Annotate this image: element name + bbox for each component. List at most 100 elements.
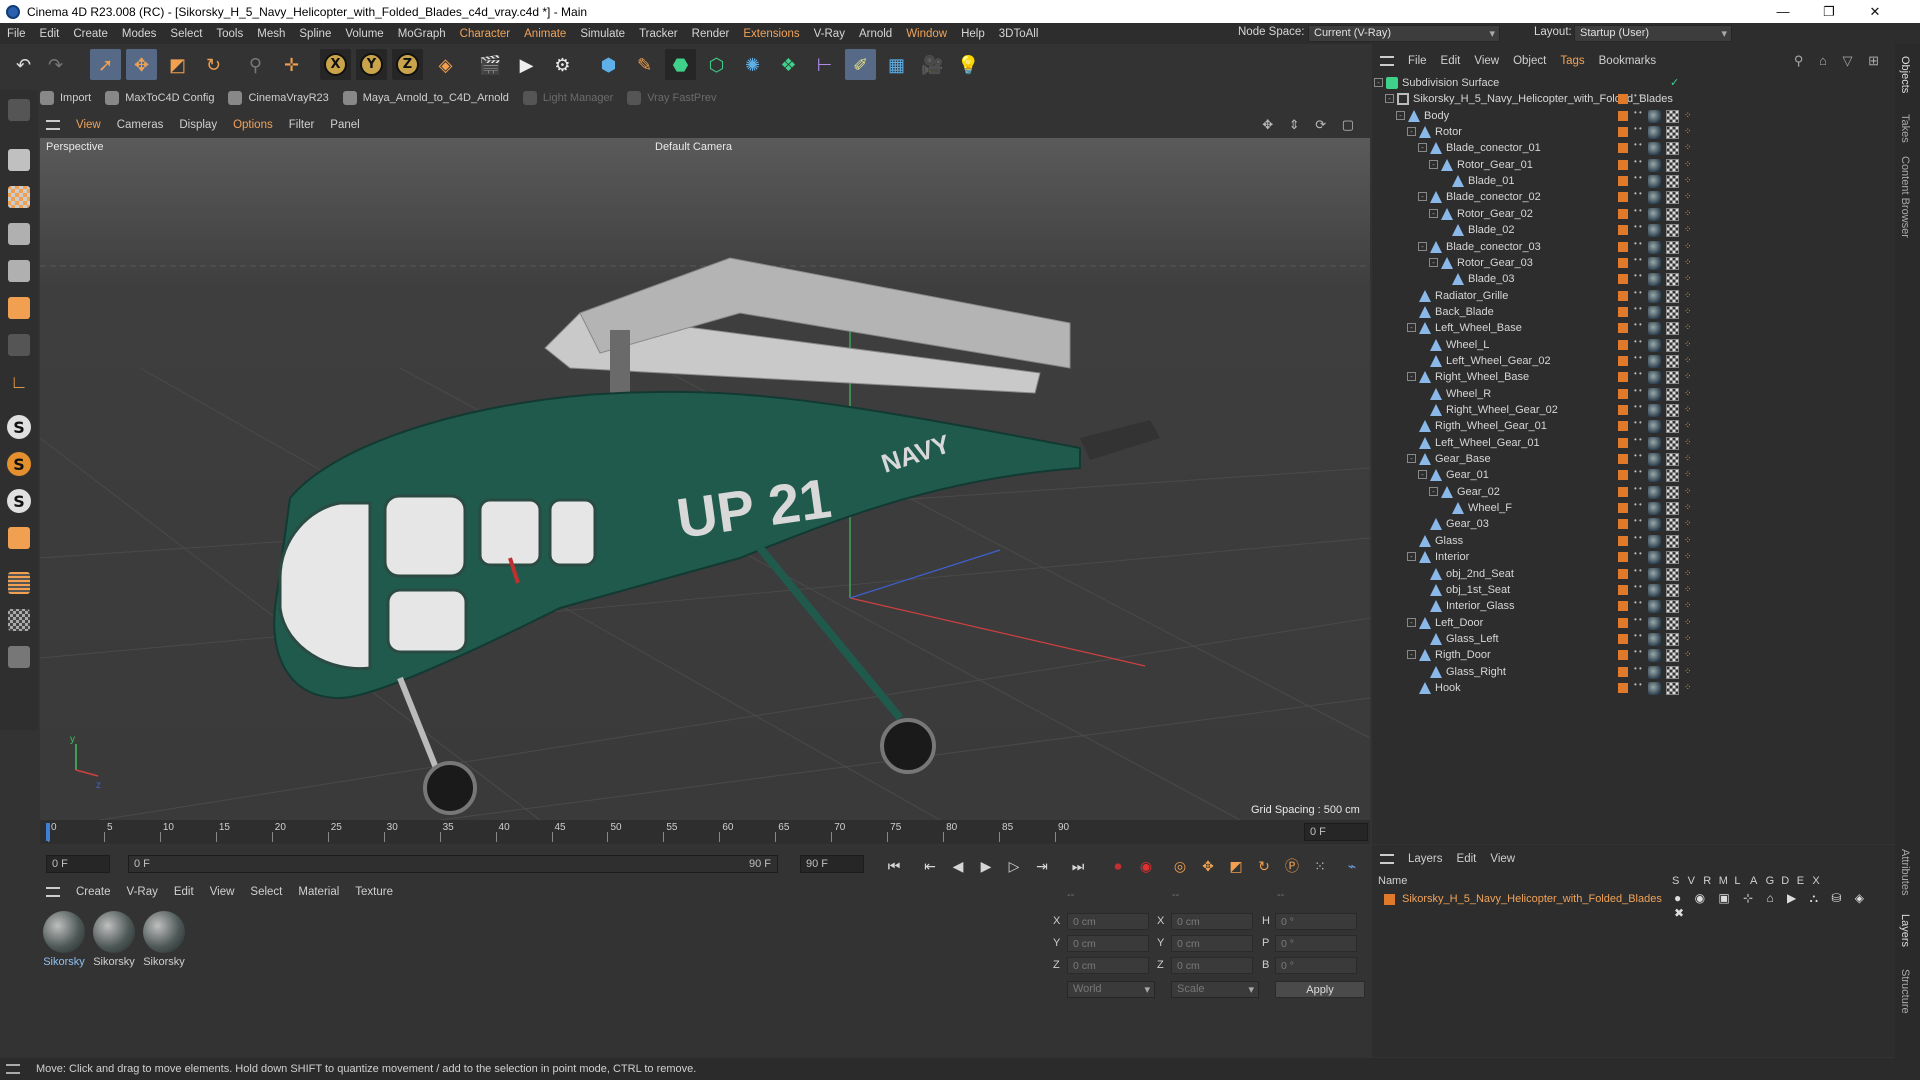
material-tag-icon[interactable] — [1666, 109, 1679, 123]
material-tag-icon[interactable] — [1666, 191, 1679, 205]
phong-tag-icon[interactable] — [1648, 453, 1661, 467]
layer-column-header[interactable]: R — [1703, 875, 1711, 887]
material-tag-icon[interactable] — [1666, 207, 1679, 221]
selection-tag-icon[interactable]: ⁘ — [1684, 535, 1697, 548]
phong-tag-icon[interactable] — [1648, 354, 1661, 368]
selection-tag-icon[interactable]: ⁘ — [1684, 453, 1697, 466]
material-tag-icon[interactable] — [1666, 371, 1679, 385]
visibility-dots-icon[interactable]: • • — [1634, 370, 1642, 378]
visibility-dots-icon[interactable]: • • — [1634, 92, 1642, 100]
layer-row[interactable]: Sikorsky_H_5_Navy_Helicopter_with_Folded… — [1378, 891, 1888, 920]
deformer-icon[interactable]: ❖ — [773, 49, 804, 80]
motion-system-icon[interactable]: ⌁ — [1340, 855, 1364, 877]
layer-color-swatch[interactable] — [1618, 486, 1628, 497]
selection-tag-icon[interactable]: ⁘ — [1684, 486, 1697, 499]
layer-column-header[interactable]: S — [1672, 875, 1679, 887]
phong-tag-icon[interactable] — [1648, 616, 1661, 630]
rotate-tool-button[interactable]: ↻ — [198, 49, 229, 80]
edges-mode-icon[interactable] — [4, 256, 34, 286]
make-editable-icon[interactable] — [4, 95, 34, 125]
selection-tag-icon[interactable]: ⁘ — [1684, 518, 1697, 531]
layer-color-swatch[interactable] — [1618, 290, 1628, 301]
visibility-dots-icon[interactable]: • • — [1634, 223, 1642, 231]
layer-color-swatch[interactable] — [1618, 127, 1628, 138]
selection-tag-icon[interactable]: ⁘ — [1684, 273, 1697, 286]
go-to-start-button[interactable]: ⏮ — [882, 855, 906, 877]
layer-color-swatch[interactable] — [1618, 454, 1628, 465]
snap-icon[interactable]: S — [4, 412, 34, 442]
points-mode-icon[interactable] — [4, 219, 34, 249]
play-button[interactable]: ▶ — [974, 855, 998, 877]
layer-color-swatch[interactable] — [1618, 682, 1628, 693]
pos-y-field[interactable]: 0 cm — [1067, 935, 1149, 952]
menu-mesh[interactable]: Mesh — [250, 28, 292, 40]
selection-tag-icon[interactable]: ⁘ — [1684, 469, 1697, 482]
selection-tag-icon[interactable]: ⁘ — [1684, 110, 1697, 123]
layer-color-swatch[interactable] — [1618, 208, 1628, 219]
cube-primitive-icon[interactable]: ⬢ — [593, 49, 624, 80]
start-frame-field[interactable]: 0 F — [46, 855, 110, 873]
snap-settings-icon[interactable]: S — [4, 449, 34, 479]
layer-color-swatch[interactable] — [1618, 437, 1628, 448]
plugin-cinemavrayr23[interactable]: CinemaVrayR23 — [228, 91, 329, 105]
visibility-dots-icon[interactable]: • • — [1634, 386, 1642, 394]
selection-tag-icon[interactable]: ⁘ — [1684, 257, 1697, 270]
material-tag-icon[interactable] — [1666, 322, 1679, 336]
layer-color-swatch[interactable] — [1618, 94, 1628, 105]
expand-toggle[interactable]: - — [1407, 552, 1416, 562]
layer-menu-edit[interactable]: Edit — [1457, 853, 1477, 865]
material-tag-icon[interactable] — [1666, 273, 1679, 287]
material-tag-icon[interactable] — [1666, 240, 1679, 254]
layer-color-swatch[interactable] — [1618, 617, 1628, 628]
viewport-menu-cameras[interactable]: Cameras — [117, 119, 164, 131]
selection-tag-icon[interactable]: ⁘ — [1684, 290, 1697, 303]
light-object-icon[interactable]: 💡 — [953, 49, 984, 80]
prev-key-button[interactable]: ⇤ — [918, 855, 942, 877]
tab-structure[interactable]: Structure — [1899, 969, 1911, 1014]
visibility-dots-icon[interactable]: • • — [1634, 288, 1642, 296]
next-key-button[interactable]: ⇥ — [1030, 855, 1054, 877]
rot-b-field[interactable]: 0 ° — [1275, 957, 1357, 974]
phong-tag-icon[interactable] — [1648, 256, 1661, 270]
material-tag-icon[interactable] — [1666, 567, 1679, 581]
phong-tag-icon[interactable] — [1648, 240, 1661, 254]
phong-tag-icon[interactable] — [1648, 126, 1661, 140]
visibility-dots-icon[interactable]: • • — [1634, 403, 1642, 411]
selection-tag-icon[interactable]: ⁘ — [1684, 241, 1697, 254]
3d-viewport[interactable]: UP 21 NAVY y z Perspective Default Camer… — [40, 138, 1370, 820]
spline-pen-icon[interactable]: ✎ — [629, 49, 660, 80]
menu-character[interactable]: Character — [453, 28, 518, 40]
rot-p-field[interactable]: 0 ° — [1275, 935, 1357, 952]
render-view-button[interactable]: 🎬 — [475, 49, 506, 80]
phong-tag-icon[interactable] — [1648, 158, 1661, 172]
phong-tag-icon[interactable] — [1648, 632, 1661, 646]
visibility-dots-icon[interactable]: • • — [1634, 108, 1642, 116]
material-menu-material[interactable]: Material — [298, 886, 339, 898]
phong-tag-icon[interactable] — [1648, 551, 1661, 565]
redo-button[interactable]: ↷ — [40, 49, 71, 80]
material-tag-icon[interactable] — [1666, 338, 1679, 352]
layer-color-swatch[interactable] — [1618, 650, 1628, 661]
layer-color-swatch[interactable] — [1618, 601, 1628, 612]
pos-x-field[interactable]: 0 cm — [1067, 913, 1149, 930]
visibility-dots-icon[interactable]: • • — [1634, 157, 1642, 165]
expand-toggle[interactable]: - — [1407, 650, 1416, 660]
phong-tag-icon[interactable] — [1648, 207, 1661, 221]
selection-tag-icon[interactable]: ⁘ — [1684, 682, 1697, 695]
phong-tag-icon[interactable] — [1648, 109, 1661, 123]
selection-tag-icon[interactable]: ⁘ — [1684, 322, 1697, 335]
object-menu-edit[interactable]: Edit — [1441, 55, 1461, 67]
selection-tag-icon[interactable]: ⁘ — [1684, 617, 1697, 630]
expand-toggle[interactable]: - — [1407, 454, 1416, 464]
layer-color-swatch[interactable] — [1618, 176, 1628, 187]
layer-color-swatch[interactable] — [1618, 241, 1628, 252]
expand-toggle[interactable]: - — [1407, 372, 1416, 382]
selection-tag-icon[interactable]: ⁘ — [1684, 420, 1697, 433]
subdivision-surface-icon[interactable]: ⬣ — [665, 49, 696, 80]
texture-mode-icon[interactable] — [4, 182, 34, 212]
layer-color-swatch[interactable] — [1618, 323, 1628, 334]
selection-tag-icon[interactable]: ⁘ — [1684, 371, 1697, 384]
move-tool-button[interactable]: ✥ — [126, 49, 157, 80]
viewport-menu-options[interactable]: Options — [233, 119, 273, 131]
visibility-dots-icon[interactable]: • • — [1634, 468, 1642, 476]
